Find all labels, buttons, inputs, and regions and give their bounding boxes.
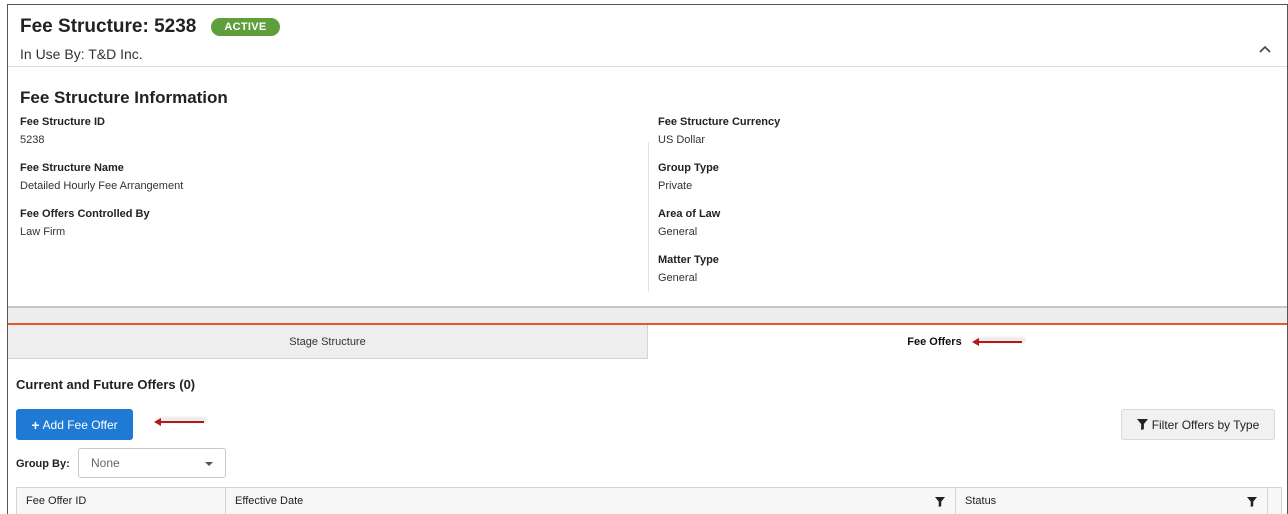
column-label: Status (965, 495, 997, 507)
field-value: US Dollar (658, 134, 706, 146)
column-header-effective-date[interactable]: Effective Date (226, 488, 956, 514)
field-value: 5238 (20, 134, 45, 146)
field-label: Fee Structure Name (20, 162, 124, 174)
column-divider (648, 142, 649, 292)
field-value: Private (658, 180, 693, 192)
column-header-fee-offer-id[interactable]: Fee Offer ID (17, 488, 226, 514)
fee-structure-panel: Fee Structure: 5238 ACTIVE In Use By: T&… (7, 4, 1288, 514)
section-title: Fee Structure Information (20, 88, 228, 107)
field-fee-offers-controlled-by: Fee Offers Controlled By Law Firm (20, 207, 183, 253)
field-fee-structure-name: Fee Structure Name Detailed Hourly Fee A… (20, 161, 183, 207)
group-by-label: Group By: (16, 458, 70, 470)
tab-label: Fee Offers (907, 336, 962, 348)
field-fee-structure-id: Fee Structure ID 5238 (20, 115, 183, 161)
field-matter-type: Matter Type General (658, 253, 780, 299)
offers-section-title: Current and Future Offers (0) (16, 377, 196, 392)
fee-structure-information: Fee Structure Information Fee Structure … (8, 67, 1287, 307)
column-header-status[interactable]: Status (956, 488, 1268, 514)
field-area-of-law: Area of Law General (658, 207, 780, 253)
info-column-right: Fee Structure Currency US Dollar Group T… (658, 115, 780, 299)
field-label: Area of Law (658, 208, 721, 220)
offers-table-header: Fee Offer ID Effective Date Status (16, 487, 1282, 514)
tab-bar: Stage Structure Fee Offers (8, 325, 1287, 359)
info-column-left: Fee Structure ID 5238 Fee Structure Name… (20, 115, 183, 253)
field-label: Matter Type (658, 254, 719, 266)
annotation-arrow-icon (971, 337, 1028, 347)
page-header: Fee Structure: 5238 ACTIVE In Use By: T&… (8, 5, 1287, 67)
field-currency: Fee Structure Currency US Dollar (658, 115, 780, 161)
filter-icon[interactable] (935, 497, 945, 507)
title-row: Fee Structure: 5238 ACTIVE (20, 16, 280, 38)
field-value: General (658, 272, 698, 284)
field-label: Group Type (658, 162, 719, 174)
plus-icon: + (31, 416, 40, 433)
filter-icon (1136, 419, 1148, 430)
chevron-down-icon (205, 462, 213, 466)
field-value: Law Firm (20, 226, 66, 238)
status-badge: ACTIVE (211, 18, 280, 36)
filter-icon[interactable] (1247, 497, 1257, 507)
group-by-value: None (91, 456, 120, 470)
tab-fee-offers[interactable]: Fee Offers (648, 325, 1287, 359)
field-label: Fee Structure ID (20, 116, 105, 128)
annotation-arrow-icon (154, 417, 210, 427)
field-label: Fee Offers Controlled By (20, 208, 150, 220)
field-group-type: Group Type Private (658, 161, 780, 207)
tab-stage-structure[interactable]: Stage Structure (8, 325, 648, 359)
chevron-up-icon[interactable] (1257, 41, 1273, 57)
tab-label: Stage Structure (289, 335, 366, 348)
in-use-by: In Use By: T&D Inc. (20, 46, 143, 62)
add-fee-offer-button[interactable]: + Add Fee Offer (16, 409, 133, 440)
filter-offers-label: Filter Offers by Type (1151, 417, 1260, 432)
section-separator (8, 306, 1287, 324)
filter-offers-button[interactable]: Filter Offers by Type (1121, 409, 1275, 440)
field-label: Fee Structure Currency (658, 116, 781, 128)
field-value: General (658, 226, 698, 238)
group-by-select[interactable]: None (78, 448, 226, 478)
column-header-spacer (1268, 488, 1281, 514)
field-value: Detailed Hourly Fee Arrangement (20, 180, 184, 192)
column-label: Fee Offer ID (26, 495, 87, 507)
add-fee-offer-label: Add Fee Offer (42, 417, 118, 432)
page-title: Fee Structure: 5238 (20, 16, 197, 37)
column-label: Effective Date (235, 495, 304, 507)
